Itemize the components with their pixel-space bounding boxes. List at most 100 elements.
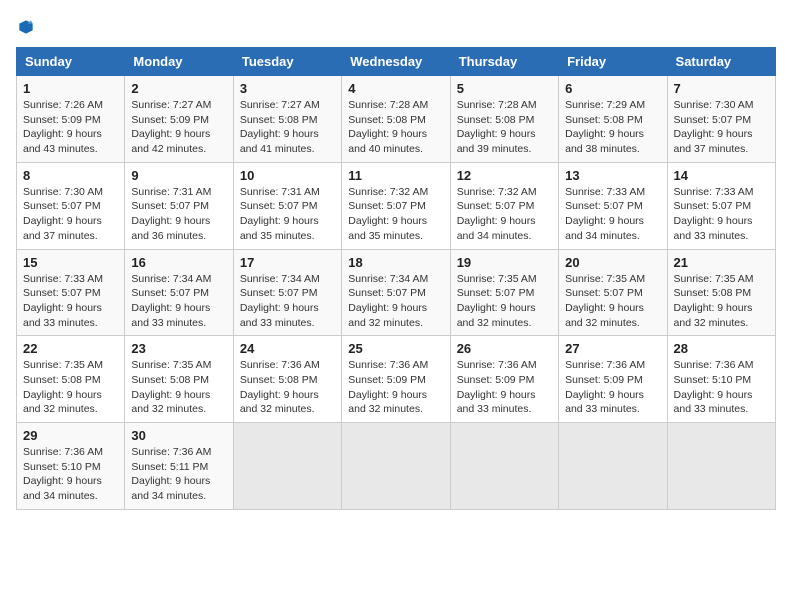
day-number: 16 bbox=[131, 255, 226, 270]
day-number: 2 bbox=[131, 81, 226, 96]
day-number: 26 bbox=[457, 341, 552, 356]
day-info: Sunrise: 7:29 AM Sunset: 5:08 PM Dayligh… bbox=[565, 98, 660, 157]
day-number: 23 bbox=[131, 341, 226, 356]
day-info: Sunrise: 7:36 AM Sunset: 5:08 PM Dayligh… bbox=[240, 358, 335, 417]
day-number: 5 bbox=[457, 81, 552, 96]
day-cell: 21Sunrise: 7:35 AM Sunset: 5:08 PM Dayli… bbox=[667, 249, 775, 336]
day-cell: 1 Sunrise: 7:26 AM Sunset: 5:09 PM Daylig… bbox=[17, 76, 125, 163]
day-info: Sunrise: 7:27 AM Sunset: 5:08 PM Dayligh… bbox=[240, 98, 335, 157]
day-info: Sunrise: 7:34 AM Sunset: 5:07 PM Dayligh… bbox=[131, 272, 226, 331]
day-info: Sunrise: 7:33 AM Sunset: 5:07 PM Dayligh… bbox=[565, 185, 660, 244]
day-info: Sunrise: 7:28 AM Sunset: 5:08 PM Dayligh… bbox=[457, 98, 552, 157]
day-number: 22 bbox=[23, 341, 118, 356]
day-info: Sunrise: 7:32 AM Sunset: 5:07 PM Dayligh… bbox=[348, 185, 443, 244]
day-cell: 12 Sunrise: 7:32 AM Sunset: 5:07 PM Dayli… bbox=[450, 162, 558, 249]
day-info: Sunrise: 7:31 AM Sunset: 5:07 PM Dayligh… bbox=[131, 185, 226, 244]
day-number: 4 bbox=[348, 81, 443, 96]
week-row-3: 15Sunrise: 7:33 AM Sunset: 5:07 PM Dayli… bbox=[17, 249, 776, 336]
day-info: Sunrise: 7:35 AM Sunset: 5:08 PM Dayligh… bbox=[23, 358, 118, 417]
day-cell: 23Sunrise: 7:35 AM Sunset: 5:08 PM Dayli… bbox=[125, 336, 233, 423]
day-number: 8 bbox=[23, 168, 118, 183]
day-info: Sunrise: 7:26 AM Sunset: 5:09 PM Dayligh… bbox=[23, 98, 118, 157]
day-cell bbox=[667, 423, 775, 510]
day-info: Sunrise: 7:36 AM Sunset: 5:09 PM Dayligh… bbox=[565, 358, 660, 417]
day-info: Sunrise: 7:35 AM Sunset: 5:08 PM Dayligh… bbox=[674, 272, 769, 331]
day-info: Sunrise: 7:34 AM Sunset: 5:07 PM Dayligh… bbox=[348, 272, 443, 331]
day-number: 14 bbox=[674, 168, 769, 183]
day-cell: 28 Sunrise: 7:36 AM Sunset: 5:10 PM Dayli… bbox=[667, 336, 775, 423]
day-cell: 17 Sunrise: 7:34 AM Sunset: 5:07 PM Dayli… bbox=[233, 249, 341, 336]
col-header-thursday: Thursday bbox=[450, 48, 558, 76]
day-cell: 11 Sunrise: 7:32 AM Sunset: 5:07 PM Dayli… bbox=[342, 162, 450, 249]
day-number: 10 bbox=[240, 168, 335, 183]
day-cell bbox=[342, 423, 450, 510]
calendar-table: SundayMondayTuesdayWednesdayThursdayFrid… bbox=[16, 47, 776, 510]
calendar-header-row: SundayMondayTuesdayWednesdayThursdayFrid… bbox=[17, 48, 776, 76]
week-row-4: 22 Sunrise: 7:35 AM Sunset: 5:08 PM Dayli… bbox=[17, 336, 776, 423]
day-info: Sunrise: 7:33 AM Sunset: 5:07 PM Dayligh… bbox=[674, 185, 769, 244]
day-info: Sunrise: 7:33 AM Sunset: 5:07 PM Dayligh… bbox=[23, 272, 118, 331]
day-cell: 4 Sunrise: 7:28 AM Sunset: 5:08 PM Daylig… bbox=[342, 76, 450, 163]
day-cell: 22 Sunrise: 7:35 AM Sunset: 5:08 PM Dayli… bbox=[17, 336, 125, 423]
day-number: 3 bbox=[240, 81, 335, 96]
day-number: 18 bbox=[348, 255, 443, 270]
day-number: 13 bbox=[565, 168, 660, 183]
day-number: 30 bbox=[131, 428, 226, 443]
day-cell: 30 Sunrise: 7:36 AM Sunset: 5:11 PM Dayli… bbox=[125, 423, 233, 510]
day-number: 12 bbox=[457, 168, 552, 183]
day-cell: 13 Sunrise: 7:33 AM Sunset: 5:07 PM Dayli… bbox=[559, 162, 667, 249]
day-cell: 24 Sunrise: 7:36 AM Sunset: 5:08 PM Dayli… bbox=[233, 336, 341, 423]
day-cell: 14 Sunrise: 7:33 AM Sunset: 5:07 PM Dayli… bbox=[667, 162, 775, 249]
week-row-5: 29 Sunrise: 7:36 AM Sunset: 5:10 PM Dayli… bbox=[17, 423, 776, 510]
day-info: Sunrise: 7:35 AM Sunset: 5:07 PM Dayligh… bbox=[565, 272, 660, 331]
day-number: 11 bbox=[348, 168, 443, 183]
day-number: 1 bbox=[23, 81, 118, 96]
col-header-wednesday: Wednesday bbox=[342, 48, 450, 76]
day-cell bbox=[450, 423, 558, 510]
day-info: Sunrise: 7:31 AM Sunset: 5:07 PM Dayligh… bbox=[240, 185, 335, 244]
day-info: Sunrise: 7:36 AM Sunset: 5:10 PM Dayligh… bbox=[23, 445, 118, 504]
day-cell: 26 Sunrise: 7:36 AM Sunset: 5:09 PM Dayli… bbox=[450, 336, 558, 423]
day-number: 20 bbox=[565, 255, 660, 270]
day-cell: 25Sunrise: 7:36 AM Sunset: 5:09 PM Dayli… bbox=[342, 336, 450, 423]
day-info: Sunrise: 7:36 AM Sunset: 5:11 PM Dayligh… bbox=[131, 445, 226, 504]
day-number: 19 bbox=[457, 255, 552, 270]
day-cell: 19 Sunrise: 7:35 AM Sunset: 5:07 PM Dayli… bbox=[450, 249, 558, 336]
day-number: 25 bbox=[348, 341, 443, 356]
day-cell: 8 Sunrise: 7:30 AM Sunset: 5:07 PM Daylig… bbox=[17, 162, 125, 249]
day-cell: 15Sunrise: 7:33 AM Sunset: 5:07 PM Dayli… bbox=[17, 249, 125, 336]
day-number: 17 bbox=[240, 255, 335, 270]
col-header-tuesday: Tuesday bbox=[233, 48, 341, 76]
day-info: Sunrise: 7:30 AM Sunset: 5:07 PM Dayligh… bbox=[674, 98, 769, 157]
day-cell: 16 Sunrise: 7:34 AM Sunset: 5:07 PM Dayli… bbox=[125, 249, 233, 336]
col-header-saturday: Saturday bbox=[667, 48, 775, 76]
day-cell: 2 Sunrise: 7:27 AM Sunset: 5:09 PM Daylig… bbox=[125, 76, 233, 163]
page-header bbox=[16, 16, 776, 37]
day-cell: 18 Sunrise: 7:34 AM Sunset: 5:07 PM Dayli… bbox=[342, 249, 450, 336]
day-info: Sunrise: 7:30 AM Sunset: 5:07 PM Dayligh… bbox=[23, 185, 118, 244]
day-cell: 10 Sunrise: 7:31 AM Sunset: 5:07 PM Dayli… bbox=[233, 162, 341, 249]
day-number: 7 bbox=[674, 81, 769, 96]
day-number: 9 bbox=[131, 168, 226, 183]
day-number: 27 bbox=[565, 341, 660, 356]
day-info: Sunrise: 7:36 AM Sunset: 5:10 PM Dayligh… bbox=[674, 358, 769, 417]
day-cell: 6 Sunrise: 7:29 AM Sunset: 5:08 PM Daylig… bbox=[559, 76, 667, 163]
day-number: 24 bbox=[240, 341, 335, 356]
day-info: Sunrise: 7:28 AM Sunset: 5:08 PM Dayligh… bbox=[348, 98, 443, 157]
day-number: 28 bbox=[674, 341, 769, 356]
day-number: 29 bbox=[23, 428, 118, 443]
day-cell: 7 Sunrise: 7:30 AM Sunset: 5:07 PM Daylig… bbox=[667, 76, 775, 163]
week-row-2: 8 Sunrise: 7:30 AM Sunset: 5:07 PM Daylig… bbox=[17, 162, 776, 249]
col-header-friday: Friday bbox=[559, 48, 667, 76]
day-number: 6 bbox=[565, 81, 660, 96]
day-info: Sunrise: 7:35 AM Sunset: 5:07 PM Dayligh… bbox=[457, 272, 552, 331]
week-row-1: 1 Sunrise: 7:26 AM Sunset: 5:09 PM Daylig… bbox=[17, 76, 776, 163]
day-info: Sunrise: 7:32 AM Sunset: 5:07 PM Dayligh… bbox=[457, 185, 552, 244]
day-cell: 20 Sunrise: 7:35 AM Sunset: 5:07 PM Dayli… bbox=[559, 249, 667, 336]
day-cell: 27 Sunrise: 7:36 AM Sunset: 5:09 PM Dayli… bbox=[559, 336, 667, 423]
day-info: Sunrise: 7:27 AM Sunset: 5:09 PM Dayligh… bbox=[131, 98, 226, 157]
day-info: Sunrise: 7:36 AM Sunset: 5:09 PM Dayligh… bbox=[457, 358, 552, 417]
day-cell: 29 Sunrise: 7:36 AM Sunset: 5:10 PM Dayli… bbox=[17, 423, 125, 510]
day-cell bbox=[559, 423, 667, 510]
day-info: Sunrise: 7:34 AM Sunset: 5:07 PM Dayligh… bbox=[240, 272, 335, 331]
